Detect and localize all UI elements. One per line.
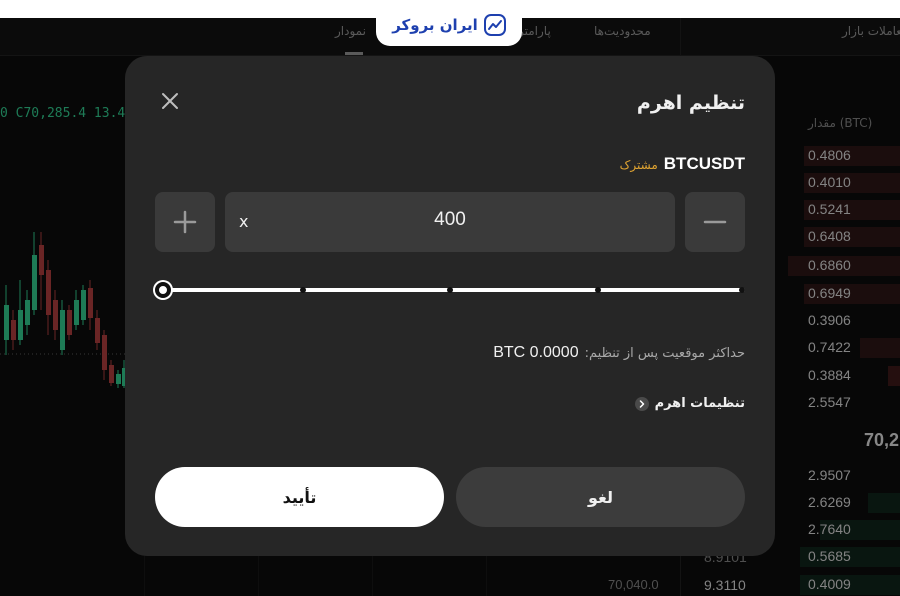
slider-tick[interactable] <box>300 287 306 293</box>
close-icon <box>162 93 178 109</box>
leverage-input[interactable]: x 400 <box>225 192 675 252</box>
max-position-value: BTC 0.0000 <box>493 344 579 361</box>
close-button[interactable] <box>159 90 181 112</box>
symbol-row: مشترک BTCUSDT <box>620 154 745 174</box>
leverage-settings-link[interactable]: تنظیمات اهرم <box>634 396 745 411</box>
max-position-label: حداکثر موقعیت پس از تنظیم: <box>584 346 745 361</box>
slider-tick[interactable] <box>447 287 453 293</box>
slider-tick[interactable] <box>595 287 601 293</box>
symbol-label: BTCUSDT <box>663 154 745 173</box>
increase-leverage-button[interactable] <box>155 192 215 252</box>
leverage-slider[interactable] <box>155 282 745 298</box>
confirm-button[interactable]: تأیید <box>155 467 444 527</box>
slider-tick[interactable] <box>739 287 745 293</box>
cancel-button[interactable]: لغو <box>456 467 745 527</box>
leverage-value: 400 <box>434 209 466 230</box>
max-position-row: حداکثر موقعیت پس از تنظیم: BTC 0.0000 <box>493 344 745 362</box>
brand-logo: ایران بروکر <box>376 4 522 46</box>
brand-logo-text: ایران بروکر <box>392 16 478 34</box>
chart-trend-icon <box>483 14 506 36</box>
plus-icon <box>173 210 197 234</box>
slider-handle[interactable] <box>155 282 171 298</box>
leverage-dialog: تنظیم اهرم مشترک BTCUSDT x 400 حداکثر مو… <box>125 56 775 556</box>
decrease-leverage-button[interactable] <box>685 192 745 252</box>
chevron-right-icon <box>634 396 649 411</box>
slider-track <box>163 288 745 292</box>
dialog-title: تنظیم اهرم <box>636 92 745 114</box>
minus-icon <box>703 220 727 224</box>
leverage-settings-label: تنظیمات اهرم <box>654 396 745 411</box>
margin-mode-badge: مشترک <box>619 158 658 172</box>
